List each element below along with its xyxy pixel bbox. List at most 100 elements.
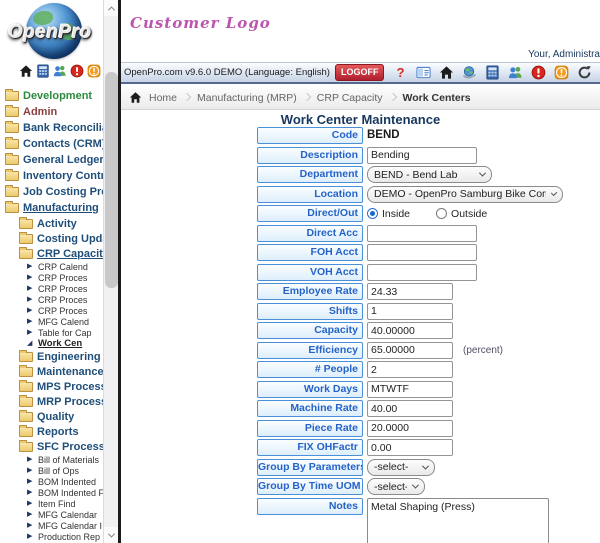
work-days-input[interactable] [367, 381, 453, 398]
department-select[interactable]: BEND - Bend Lab [367, 166, 492, 183]
sidebar-item-mps-process[interactable]: MPS Process [0, 379, 103, 394]
location-select[interactable]: DEMO - OpenPro Samburg Bike Company [367, 186, 563, 203]
shifts-input[interactable] [367, 303, 453, 320]
efficiency-suffix: (percent) [463, 342, 503, 359]
sidebar-item-contacts-crm[interactable]: Contacts (CRM) [0, 136, 103, 152]
employee-rate-input[interactable] [367, 283, 453, 300]
sidebar-item-bill-of-materials[interactable]: ▶Bill of Materials [0, 454, 103, 465]
sidebar-item-mfg-calendar-i[interactable]: ▶MFG Calendar I [0, 520, 103, 531]
radio-option-inside[interactable]: Inside [367, 208, 410, 220]
voh-acct-input[interactable] [367, 264, 477, 281]
sidebar-item-admin[interactable]: Admin [0, 104, 103, 120]
sidebar-item-crp-calend[interactable]: ▶CRP Calend [0, 261, 103, 272]
work-center-form: CodeBENDDescriptionDepartmentBEND - Bend… [121, 127, 600, 543]
sidebar-item-job-costing-pro[interactable]: Job Costing Pro [0, 184, 103, 200]
sidebar-item-production-rep[interactable]: ▶Production Rep [0, 531, 103, 542]
sidebar-item-engineering[interactable]: Engineering [0, 349, 103, 364]
fix-ohfactr-input[interactable] [367, 439, 453, 456]
sidebar-item-reports[interactable]: Reports [0, 424, 103, 439]
field-label-department: Department [257, 166, 363, 183]
refresh-icon[interactable] [577, 65, 592, 80]
radio-button[interactable] [367, 208, 378, 219]
people-input[interactable] [367, 361, 453, 378]
home-icon[interactable] [19, 64, 33, 78]
folder-icon [19, 249, 33, 259]
form-row-direct-out: Direct/OutInsideOutside [121, 205, 600, 222]
sidebar-item-crp-proces[interactable]: ▶CRP Proces [0, 272, 103, 283]
sidebar-item-label: Engineering [37, 351, 101, 363]
openpro-logo[interactable]: OpenPro [0, 2, 100, 60]
sidebar-item-label: Reports [37, 426, 79, 438]
sidebar-item-quality[interactable]: Quality [0, 409, 103, 424]
sidebar-scrollbar[interactable] [103, 0, 118, 543]
help-icon[interactable]: ? [393, 65, 408, 80]
sidebar-item-crp-proces[interactable]: ▶CRP Proces [0, 305, 103, 316]
efficiency-input[interactable] [367, 342, 453, 359]
sidebar-item-table-for-cap[interactable]: ▶Table for Cap [0, 327, 103, 338]
machine-rate-input[interactable] [367, 400, 453, 417]
sidebar-item-item-find[interactable]: ▶Item Find [0, 498, 103, 509]
folder-icon [5, 203, 19, 213]
warning-icon[interactable] [87, 64, 101, 78]
sidebar-item-maintenance[interactable]: Maintenance [0, 364, 103, 379]
sidebar-item-label: SFC Process [37, 441, 103, 453]
sidebar-item-label: Quality [37, 411, 74, 423]
radio-button[interactable] [436, 208, 447, 219]
chevron-down-icon [479, 170, 486, 177]
sidebar-item-label: CRP Calend [38, 262, 88, 272]
calculator-icon[interactable] [485, 65, 500, 80]
sidebar-item-mfg-calend[interactable]: ▶MFG Calend [0, 316, 103, 327]
sidebar-item-general-ledger[interactable]: General Ledger [0, 152, 103, 168]
radio-option-outside[interactable]: Outside [436, 208, 487, 220]
description-input[interactable] [367, 147, 477, 164]
sidebar-item-activity[interactable]: Activity [0, 216, 103, 231]
warning-icon[interactable] [554, 65, 569, 80]
sidebar-item-label: Manufacturing [23, 202, 99, 214]
users-icon[interactable] [53, 64, 67, 78]
foh-acct-input[interactable] [367, 244, 477, 261]
alert-icon[interactable] [70, 64, 84, 78]
calculator-icon[interactable] [36, 64, 50, 78]
logoff-button[interactable]: LOGOFF [335, 64, 385, 81]
sidebar-item-label: Bill of Ops [38, 466, 79, 476]
scroll-up-button[interactable] [104, 0, 119, 16]
alert-icon[interactable] [531, 65, 546, 80]
chevron-down-icon [550, 189, 557, 196]
sidebar-item-crp-proces[interactable]: ▶CRP Proces [0, 283, 103, 294]
field-label-machine-rate: Machine Rate [257, 400, 363, 417]
sidebar-item-sfc-process[interactable]: SFC Process [0, 439, 103, 454]
sidebar-item-bank-reconcilia[interactable]: Bank Reconcilia [0, 120, 103, 136]
group-by-time-uom-select[interactable]: -select- [367, 478, 425, 495]
sidebar-item-mfg-calendar[interactable]: ▶MFG Calendar [0, 509, 103, 520]
piece-rate-input[interactable] [367, 420, 453, 437]
address-book-icon[interactable] [416, 65, 431, 80]
notes-textarea[interactable] [367, 498, 549, 543]
sidebar-item-crp-capacity[interactable]: CRP Capacity [0, 246, 103, 261]
folder-icon [19, 412, 33, 422]
sidebar-item-crp-proces[interactable]: ▶CRP Proces [0, 294, 103, 305]
home-icon[interactable] [129, 91, 142, 104]
breadcrumb-item-home[interactable]: Home [149, 92, 177, 104]
sidebar-item-inventory-contr[interactable]: Inventory Contr [0, 168, 103, 184]
world-icon[interactable] [462, 65, 477, 80]
form-row-machine-rate: Machine Rate [121, 400, 600, 417]
expanded-arrow-icon: ◢ [27, 340, 36, 347]
sidebar-item-bill-of-ops[interactable]: ▶Bill of Ops [0, 465, 103, 476]
group-by-parameters-select[interactable]: -select- [367, 459, 435, 476]
sidebar-item-mrp-process[interactable]: MRP Process [0, 394, 103, 409]
sidebar-item-manufacturing[interactable]: Manufacturing [0, 200, 103, 216]
home-icon[interactable] [439, 65, 454, 80]
scroll-down-button[interactable] [104, 527, 119, 543]
sidebar-item-development[interactable]: Development [0, 88, 103, 104]
sidebar-item-costing-updat[interactable]: Costing Updat [0, 231, 103, 246]
sidebar-item-work-cen[interactable]: ◢Work Cen [0, 338, 103, 349]
breadcrumb-item-manufacturing-mrp[interactable]: Manufacturing (MRP) [197, 92, 297, 104]
field-label-location: Location [257, 186, 363, 203]
scrollbar-thumb[interactable] [105, 72, 118, 288]
sidebar-item-bom-indented[interactable]: ▶BOM Indented [0, 476, 103, 487]
direct-acc-input[interactable] [367, 225, 477, 242]
sidebar-item-bom-indented-f[interactable]: ▶BOM Indented F [0, 487, 103, 498]
breadcrumb-item-crp-capacity[interactable]: CRP Capacity [317, 92, 383, 104]
users-icon[interactable] [508, 65, 523, 80]
capacity-input[interactable] [367, 322, 453, 339]
